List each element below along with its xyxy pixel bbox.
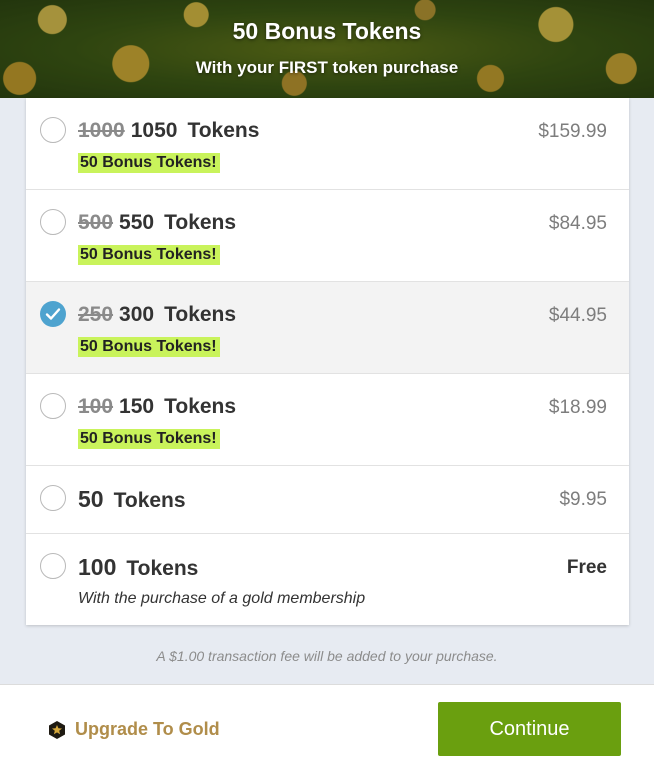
option-price: $9.95 bbox=[559, 489, 607, 510]
bonus-badge: 50 Bonus Tokens! bbox=[78, 153, 220, 173]
token-count: 150 bbox=[119, 395, 155, 418]
original-count: 100 bbox=[78, 395, 114, 418]
footer-bar: Upgrade To Gold Continue bbox=[0, 684, 654, 766]
token-option-550[interactable]: 500 550 Tokens 50 Bonus Tokens! $84.95 bbox=[26, 190, 629, 282]
token-unit: Tokens bbox=[187, 119, 260, 142]
banner-title: 50 Bonus Tokens bbox=[232, 18, 422, 44]
option-price: $84.95 bbox=[548, 213, 607, 234]
continue-button[interactable]: Continue bbox=[438, 702, 621, 756]
bonus-badge: 50 Bonus Tokens! bbox=[78, 245, 220, 265]
radio-button[interactable] bbox=[40, 485, 66, 511]
upgrade-label: Upgrade To Gold bbox=[75, 719, 220, 739]
token-option-300[interactable]: 250 300 Tokens 50 Bonus Tokens! $44.95 bbox=[26, 282, 629, 374]
token-count: 50 bbox=[78, 486, 104, 512]
radio-button[interactable] bbox=[40, 553, 66, 579]
original-count: 1000 bbox=[78, 119, 125, 142]
token-unit: Tokens bbox=[113, 489, 186, 512]
radio-button[interactable] bbox=[40, 393, 66, 419]
token-option-1050[interactable]: 1000 1050 Tokens 50 Bonus Tokens! $159.99 bbox=[26, 98, 629, 190]
checkmark-icon bbox=[45, 308, 61, 320]
original-count: 500 bbox=[78, 211, 114, 234]
token-options-list: 1000 1050 Tokens 50 Bonus Tokens! $159.99 … bbox=[26, 98, 629, 625]
radio-button[interactable] bbox=[40, 209, 66, 235]
option-title: 100 Tokens bbox=[78, 554, 198, 581]
option-title: 1000 1050 Tokens bbox=[78, 119, 259, 143]
token-count: 100 bbox=[78, 554, 117, 580]
token-unit: Tokens bbox=[126, 557, 199, 580]
token-unit: Tokens bbox=[164, 395, 237, 418]
option-title: 100 150 Tokens bbox=[78, 395, 236, 419]
radio-button-selected[interactable] bbox=[40, 301, 66, 327]
original-count: 250 bbox=[78, 303, 114, 326]
token-unit: Tokens bbox=[164, 303, 237, 326]
radio-button[interactable] bbox=[40, 117, 66, 143]
token-count: 300 bbox=[119, 303, 155, 326]
option-title: 250 300 Tokens bbox=[78, 303, 236, 327]
upgrade-to-gold-link[interactable]: Upgrade To Gold bbox=[47, 719, 220, 740]
gold-hexagon-icon bbox=[49, 720, 65, 739]
token-count: 550 bbox=[119, 211, 155, 234]
token-option-150[interactable]: 100 150 Tokens 50 Bonus Tokens! $18.99 bbox=[26, 374, 629, 466]
banner-subtitle: With your FIRST token purchase bbox=[195, 58, 459, 77]
option-price: $18.99 bbox=[548, 397, 607, 418]
transaction-fee-note: A $1.00 transaction fee will be added to… bbox=[156, 648, 498, 664]
token-unit: Tokens bbox=[164, 211, 237, 234]
option-price: Free bbox=[566, 557, 607, 578]
gold-membership-note: With the purchase of a gold membership bbox=[78, 590, 366, 607]
token-option-50[interactable]: 50 Tokens $9.95 bbox=[26, 466, 629, 534]
promo-banner: 50 Bonus Tokens With your FIRST token pu… bbox=[0, 0, 654, 98]
option-price: $159.99 bbox=[538, 121, 607, 142]
option-title: 50 Tokens bbox=[78, 486, 186, 513]
bonus-badge: 50 Bonus Tokens! bbox=[78, 429, 220, 449]
option-title: 500 550 Tokens bbox=[78, 211, 236, 235]
token-count: 1050 bbox=[130, 119, 178, 142]
bonus-badge: 50 Bonus Tokens! bbox=[78, 337, 220, 357]
option-price: $44.95 bbox=[548, 305, 607, 326]
token-option-100-free[interactable]: 100 Tokens Free With the purchase of a go… bbox=[26, 534, 629, 625]
